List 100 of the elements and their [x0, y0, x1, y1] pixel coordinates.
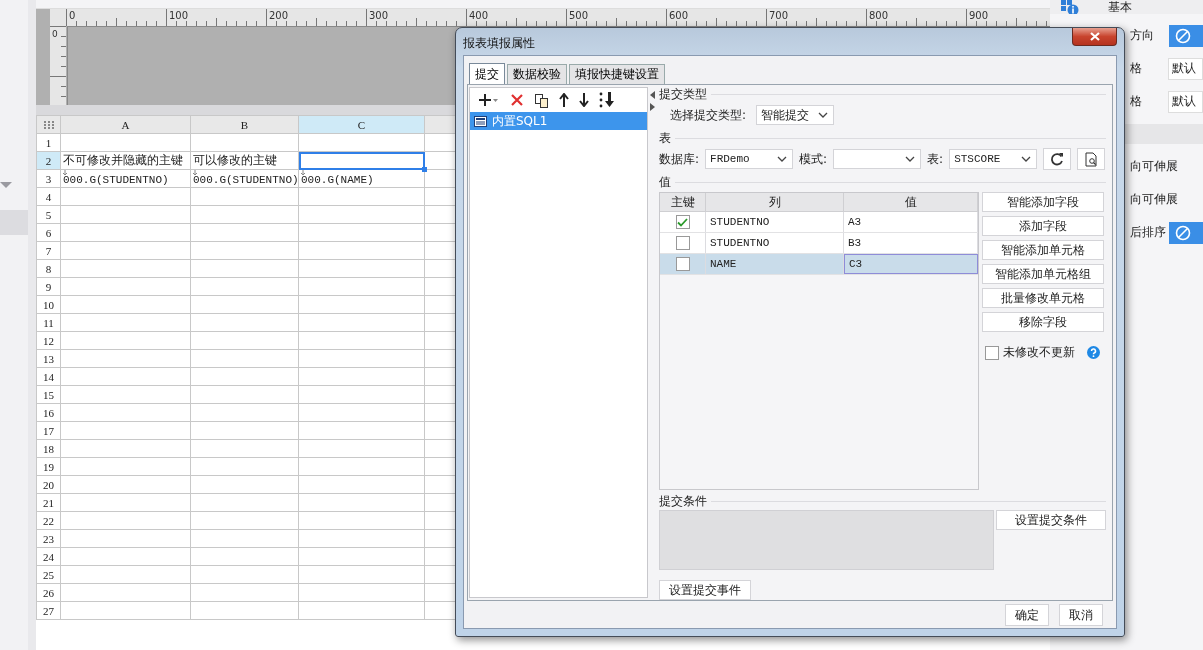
table-cell[interactable]: [298, 421, 425, 440]
table-cell[interactable]: [60, 385, 191, 404]
table-cell[interactable]: [298, 547, 425, 566]
table-cell[interactable]: [60, 277, 191, 296]
table-cell[interactable]: 可以修改的主键: [190, 151, 299, 170]
table-cell[interactable]: [298, 583, 425, 602]
checkbox[interactable]: [985, 345, 999, 360]
action-button[interactable]: 添加字段: [982, 216, 1104, 236]
table-cell[interactable]: 000.G(STUDENTNO): [60, 169, 191, 188]
collapse-arrows-icon[interactable]: [649, 91, 655, 111]
table-cell[interactable]: [60, 295, 191, 314]
table-cell[interactable]: [190, 331, 299, 350]
table-cell[interactable]: [60, 601, 191, 620]
sort-down-icon[interactable]: [599, 92, 617, 108]
table-cell[interactable]: 不可修改并隐藏的主键: [60, 151, 191, 170]
table-cell[interactable]: [60, 529, 191, 548]
add-icon[interactable]: [478, 93, 500, 107]
arrow-down-icon[interactable]: [579, 93, 589, 107]
disable-button[interactable]: [1169, 24, 1203, 47]
dialog-button[interactable]: 确定: [1005, 604, 1049, 626]
table-cell[interactable]: [60, 457, 191, 476]
table-cell[interactable]: [190, 385, 299, 404]
table-cell[interactable]: [60, 259, 191, 278]
table-cell[interactable]: [190, 565, 299, 584]
table-cell[interactable]: [298, 277, 425, 296]
table-cell[interactable]: [190, 313, 299, 332]
action-button[interactable]: 智能添加单元格: [982, 240, 1104, 260]
table-cell[interactable]: [190, 187, 299, 206]
copy-icon[interactable]: [534, 92, 549, 108]
table-row[interactable]: STUDENTNO B3: [660, 233, 978, 254]
table-cell[interactable]: [190, 241, 299, 260]
table-cell[interactable]: 000.G(STUDENTNO): [190, 169, 299, 188]
table-cell[interactable]: [190, 205, 299, 224]
disable-button[interactable]: [1169, 221, 1203, 244]
set-condition-button[interactable]: 设置提交条件: [996, 510, 1106, 530]
column-header[interactable]: C: [298, 115, 425, 134]
column-header[interactable]: B: [190, 115, 299, 134]
action-button[interactable]: 智能添加字段: [982, 192, 1104, 212]
help-icon[interactable]: [1087, 346, 1100, 359]
table-cell[interactable]: [60, 349, 191, 368]
table-cell[interactable]: [298, 403, 425, 422]
table-cell[interactable]: [60, 583, 191, 602]
table-dropdown[interactable]: STSCORE: [949, 149, 1038, 169]
checkbox[interactable]: [675, 257, 690, 271]
table-cell[interactable]: [190, 475, 299, 494]
tab[interactable]: 填报快捷键设置: [569, 64, 665, 84]
table-cell[interactable]: [60, 439, 191, 458]
table-cell[interactable]: [190, 223, 299, 242]
table-cell[interactable]: [298, 493, 425, 512]
table-cell[interactable]: [298, 349, 425, 368]
table-cell[interactable]: [60, 187, 191, 206]
dialog-button[interactable]: 取消: [1059, 604, 1103, 626]
table-cell[interactable]: [298, 151, 425, 170]
table-cell[interactable]: [190, 367, 299, 386]
action-button[interactable]: 智能添加单元格组: [982, 264, 1104, 284]
table-cell[interactable]: [190, 529, 299, 548]
table-cell[interactable]: [298, 241, 425, 260]
preview-button[interactable]: [1077, 148, 1106, 170]
table-cell[interactable]: [60, 565, 191, 584]
table-cell[interactable]: [60, 475, 191, 494]
table-cell[interactable]: [298, 295, 425, 314]
table-cell[interactable]: [60, 421, 191, 440]
table-cell[interactable]: [190, 403, 299, 422]
checkbox[interactable]: [675, 236, 690, 250]
database-dropdown[interactable]: FRDemo: [705, 149, 794, 169]
table-cell[interactable]: [298, 475, 425, 494]
table-cell[interactable]: [298, 565, 425, 584]
fill-handle[interactable]: [422, 167, 427, 172]
table-cell[interactable]: [298, 601, 425, 620]
table-cell[interactable]: [190, 349, 299, 368]
table-cell[interactable]: [190, 601, 299, 620]
table-cell[interactable]: [298, 313, 425, 332]
table-cell[interactable]: [60, 547, 191, 566]
close-button[interactable]: [1072, 28, 1117, 46]
table-cell[interactable]: [190, 133, 299, 152]
table-cell[interactable]: A3: [844, 212, 978, 232]
property-field[interactable]: 默认: [1168, 90, 1203, 113]
caret-down-icon[interactable]: [0, 182, 12, 188]
table-cell[interactable]: [190, 277, 299, 296]
table-cell[interactable]: [190, 493, 299, 512]
table-cell[interactable]: [298, 331, 425, 350]
table-cell[interactable]: [298, 439, 425, 458]
submit-type-dropdown[interactable]: 智能提交: [756, 105, 835, 125]
column-header[interactable]: A: [60, 115, 191, 134]
table-cell[interactable]: [190, 583, 299, 602]
table-cell[interactable]: [298, 223, 425, 242]
table-row[interactable]: STUDENTNO A3: [660, 212, 978, 233]
table-cell[interactable]: [60, 205, 191, 224]
refresh-button[interactable]: [1043, 148, 1072, 170]
table-cell[interactable]: [298, 133, 425, 152]
table-cell[interactable]: [298, 187, 425, 206]
table-cell[interactable]: [298, 457, 425, 476]
property-field[interactable]: 默认: [1168, 57, 1203, 80]
table-cell[interactable]: [190, 421, 299, 440]
table-cell[interactable]: [190, 547, 299, 566]
table-cell[interactable]: [298, 529, 425, 548]
table-cell[interactable]: C3: [844, 254, 978, 274]
table-cell[interactable]: [298, 367, 425, 386]
table-cell[interactable]: [60, 223, 191, 242]
delete-icon[interactable]: [510, 93, 524, 107]
